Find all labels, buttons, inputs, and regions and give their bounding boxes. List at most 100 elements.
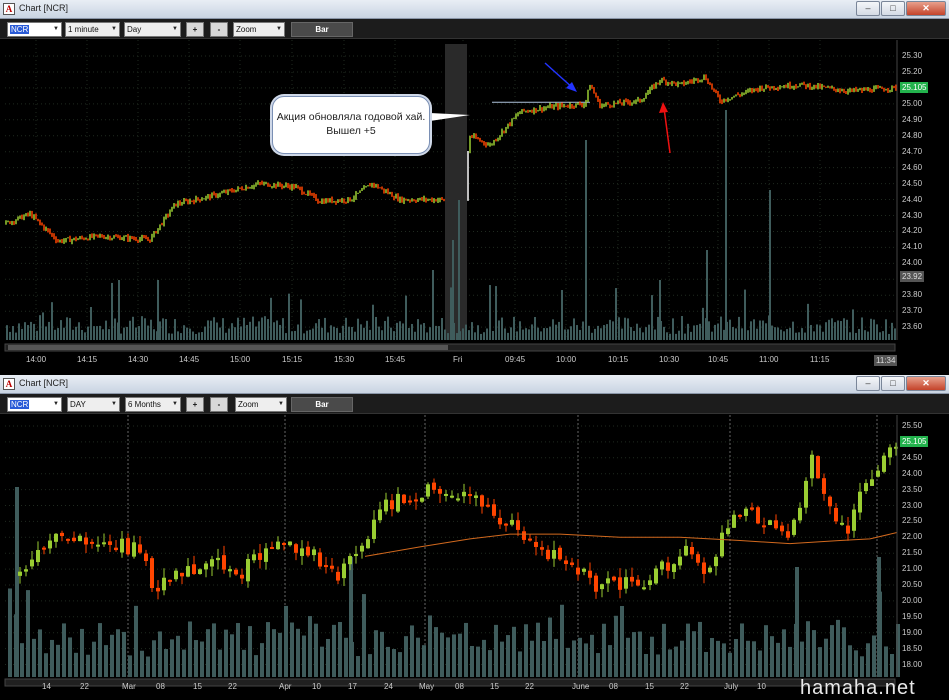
range-select[interactable]: 6 Months xyxy=(125,397,181,412)
volume-bar xyxy=(831,318,833,340)
zoom-in-button[interactable]: + xyxy=(186,22,204,37)
volume-bar xyxy=(656,654,660,677)
volume-bar xyxy=(570,326,572,340)
volume-bar xyxy=(189,328,191,340)
candle-body xyxy=(474,495,478,498)
price-axis-label: 24.50 xyxy=(902,178,923,188)
candle-body xyxy=(882,455,886,472)
volume-bar xyxy=(153,329,155,340)
volume-bar xyxy=(327,332,329,340)
range-select[interactable]: Day xyxy=(124,22,181,37)
volume-bar xyxy=(759,320,761,340)
volume-bar xyxy=(314,623,318,677)
volume-bar xyxy=(819,325,821,340)
candle-body xyxy=(570,562,574,565)
maximize-button[interactable]: □ xyxy=(881,376,905,391)
maximize-button[interactable]: □ xyxy=(881,1,905,16)
volume-bar xyxy=(672,318,674,340)
price-axis-label: 23.50 xyxy=(902,484,923,494)
candle-body xyxy=(630,576,634,582)
volume-bar xyxy=(320,646,324,677)
interval-select[interactable]: DAY xyxy=(67,397,120,412)
candle-body xyxy=(702,562,706,574)
zoom-select[interactable]: Zoom xyxy=(233,22,285,37)
zoom-select[interactable]: Zoom xyxy=(235,397,287,412)
minimize-button[interactable]: – xyxy=(856,376,880,391)
zoom-out-button[interactable]: - xyxy=(210,22,228,37)
volume-bar xyxy=(627,318,629,340)
volume-bar xyxy=(284,605,288,677)
volume-bar xyxy=(564,329,566,340)
close-button[interactable]: ✕ xyxy=(906,1,946,16)
chart-type-button[interactable]: Bar xyxy=(291,397,353,412)
volume-bar xyxy=(21,328,23,340)
zoom-in-button[interactable]: + xyxy=(186,397,204,412)
volume-bar xyxy=(462,328,464,340)
symbol-select[interactable]: NCR xyxy=(7,22,62,37)
volume-bar xyxy=(602,623,606,677)
volume-bar xyxy=(90,307,92,340)
volume-spike xyxy=(458,200,460,340)
volume-bar xyxy=(54,329,56,340)
date-axis-label: 15 xyxy=(645,682,654,691)
candle-body xyxy=(690,546,694,555)
volume-bar xyxy=(788,646,792,677)
candle-body xyxy=(456,498,460,501)
chart-type-button[interactable]: Bar xyxy=(291,22,353,37)
volume-bar xyxy=(746,640,750,677)
volume-bar xyxy=(806,621,810,677)
volume-bar xyxy=(273,322,275,340)
volume-bar xyxy=(762,320,764,340)
date-axis-label: 08 xyxy=(609,682,618,691)
volume-bar xyxy=(387,316,389,340)
candle-body xyxy=(516,520,520,530)
candle-body xyxy=(462,491,466,497)
volume-bar xyxy=(210,320,212,340)
volume-bar xyxy=(260,643,264,677)
volume-bar xyxy=(128,655,132,677)
volume-bar xyxy=(384,320,386,340)
volume-bar xyxy=(50,639,54,677)
volume-bar xyxy=(444,329,446,340)
volume-bar xyxy=(324,317,326,340)
volume-bar xyxy=(843,318,845,340)
volume-bar xyxy=(186,327,188,340)
candle-body xyxy=(150,558,154,589)
interval-select[interactable]: 1 minute xyxy=(65,22,120,37)
candle-body xyxy=(222,555,226,570)
symbol-select[interactable]: NCR xyxy=(7,397,62,412)
volume-bar xyxy=(297,324,299,340)
volume-bar xyxy=(669,333,671,340)
candle-body xyxy=(72,537,76,542)
volume-bar xyxy=(74,652,78,677)
zoom-out-button[interactable]: - xyxy=(210,397,228,412)
volume-bar xyxy=(488,650,492,677)
volume-bar xyxy=(554,638,558,677)
volume-bar xyxy=(111,282,113,340)
volume-bar xyxy=(294,330,296,340)
volume-bar xyxy=(750,321,752,340)
volume-bar xyxy=(840,321,842,340)
title-bar[interactable]: A Chart [NCR] – □ ✕ xyxy=(0,375,949,394)
volume-bar xyxy=(404,636,408,677)
daily-price-chart[interactable] xyxy=(0,415,949,700)
close-button[interactable]: ✕ xyxy=(906,376,946,391)
minimize-button[interactable]: – xyxy=(856,1,880,16)
volume-bar xyxy=(825,322,827,340)
candle-body xyxy=(486,504,490,507)
volume-bar xyxy=(378,326,380,340)
candle-body xyxy=(42,547,46,550)
volume-bar xyxy=(849,332,851,340)
volume-bar xyxy=(162,318,164,340)
volume-bar xyxy=(62,623,66,677)
candle-body xyxy=(264,548,268,562)
candle-body xyxy=(312,549,316,556)
time-axis-label: 14:15 xyxy=(77,355,98,364)
volume-bar xyxy=(164,648,168,677)
volume-bar xyxy=(654,329,656,340)
candle-body xyxy=(540,547,544,550)
intraday-price-chart[interactable] xyxy=(0,40,949,372)
candle-body xyxy=(360,545,364,552)
title-bar[interactable]: A Chart [NCR] – □ ✕ xyxy=(0,0,949,19)
price-axis-label: 23.80 xyxy=(902,290,923,300)
